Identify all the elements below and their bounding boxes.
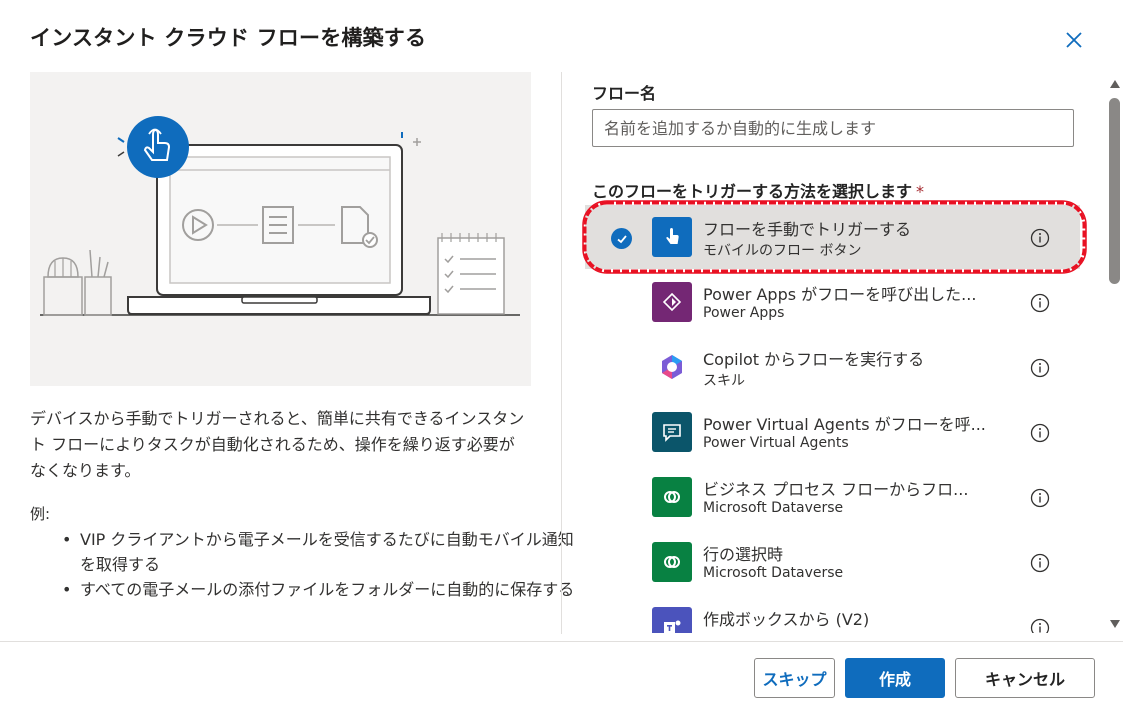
trigger-subtitle: モバイルのフロー ボタン <box>703 243 862 259</box>
example-item: VIP クライアントから電子メールを受信するたびに自動モバイル通知を取得する <box>62 527 580 577</box>
trigger-label-text: このフローをトリガーする方法を選択します <box>592 182 913 201</box>
info-icon[interactable] <box>1030 423 1050 443</box>
close-icon <box>1066 32 1082 48</box>
trigger-title: Copilot からフローを実行する <box>703 350 925 369</box>
dataverse-icon <box>652 477 692 517</box>
trigger-title: 作成ボックスから (V2) <box>703 610 870 629</box>
vertical-divider <box>561 72 562 634</box>
trigger-option-power-apps[interactable]: Power Apps がフローを呼び出した... Power Apps <box>585 270 1080 334</box>
trigger-title: フローを手動でトリガーする <box>703 220 912 239</box>
illustration <box>30 72 531 386</box>
teams-icon <box>652 607 692 633</box>
trigger-subtitle: Microsoft Dataverse <box>703 565 844 581</box>
scroll-thumb[interactable] <box>1109 98 1120 284</box>
trigger-list: フローを手動でトリガーする モバイルのフロー ボタン Power Apps がフ… <box>585 205 1080 633</box>
scroll-up-arrow-icon[interactable] <box>1110 80 1120 88</box>
trigger-subtitle: Power Virtual Agents <box>703 435 849 451</box>
trigger-option-copilot[interactable]: Copilot からフローを実行する スキル <box>585 335 1080 399</box>
skip-button[interactable]: スキップ <box>754 658 835 698</box>
trigger-subtitle: スキル <box>703 373 745 389</box>
copilot-icon <box>652 347 692 387</box>
required-marker: * <box>916 182 925 201</box>
trigger-option-manual[interactable]: フローを手動でトリガーする モバイルのフロー ボタン <box>585 205 1080 269</box>
info-icon[interactable] <box>1030 293 1050 313</box>
example-label: 例: <box>30 505 51 523</box>
chat-bot-icon <box>652 412 692 452</box>
trigger-title: ビジネス プロセス フローからフロ... <box>703 480 969 499</box>
flow-name-label: フロー名 <box>592 84 657 103</box>
trigger-title: 行の選択時 <box>703 545 784 564</box>
dialog-title: インスタント クラウド フローを構築する <box>30 26 427 50</box>
description-text: デバイスから手動でトリガーされると、簡単に共有できるインスタント フローによりタ… <box>30 409 525 480</box>
trigger-option-compose-box[interactable]: 作成ボックスから (V2) <box>585 595 1080 633</box>
trigger-subtitle: Power Apps <box>703 305 785 321</box>
info-icon[interactable] <box>1030 618 1050 633</box>
trigger-title: Power Virtual Agents がフローを呼... <box>703 415 986 434</box>
close-button[interactable] <box>1060 26 1088 54</box>
cancel-button[interactable]: キャンセル <box>955 658 1095 698</box>
scrollbar[interactable] <box>1107 80 1123 628</box>
example-item: すべての電子メールの添付ファイルをフォルダーに自動的に保存する <box>62 577 580 602</box>
laptop-illustration <box>40 116 520 316</box>
flow-name-input[interactable] <box>592 109 1074 147</box>
trigger-option-pva[interactable]: Power Virtual Agents がフローを呼... Power Vir… <box>585 400 1080 464</box>
trigger-title: Power Apps がフローを呼び出した... <box>703 285 977 304</box>
info-icon[interactable] <box>1030 358 1050 378</box>
footer-divider <box>0 641 1123 642</box>
info-icon[interactable] <box>1030 488 1050 508</box>
example-list: VIP クライアントから電子メールを受信するたびに自動モバイル通知を取得する す… <box>30 527 580 602</box>
hand-tap-icon <box>652 217 692 257</box>
dataverse-icon <box>652 542 692 582</box>
create-button[interactable]: 作成 <box>845 658 945 698</box>
trigger-label: このフローをトリガーする方法を選択します * <box>592 178 924 202</box>
checkmark-icon <box>611 228 632 249</box>
trigger-option-row-selected[interactable]: 行の選択時 Microsoft Dataverse <box>585 530 1080 594</box>
trigger-subtitle: Microsoft Dataverse <box>703 500 844 516</box>
power-apps-icon <box>652 282 692 322</box>
info-icon[interactable] <box>1030 228 1050 248</box>
info-icon[interactable] <box>1030 553 1050 573</box>
trigger-option-business-process[interactable]: ビジネス プロセス フローからフロ... Microsoft Dataverse <box>585 465 1080 529</box>
scroll-down-arrow-icon[interactable] <box>1110 620 1120 628</box>
